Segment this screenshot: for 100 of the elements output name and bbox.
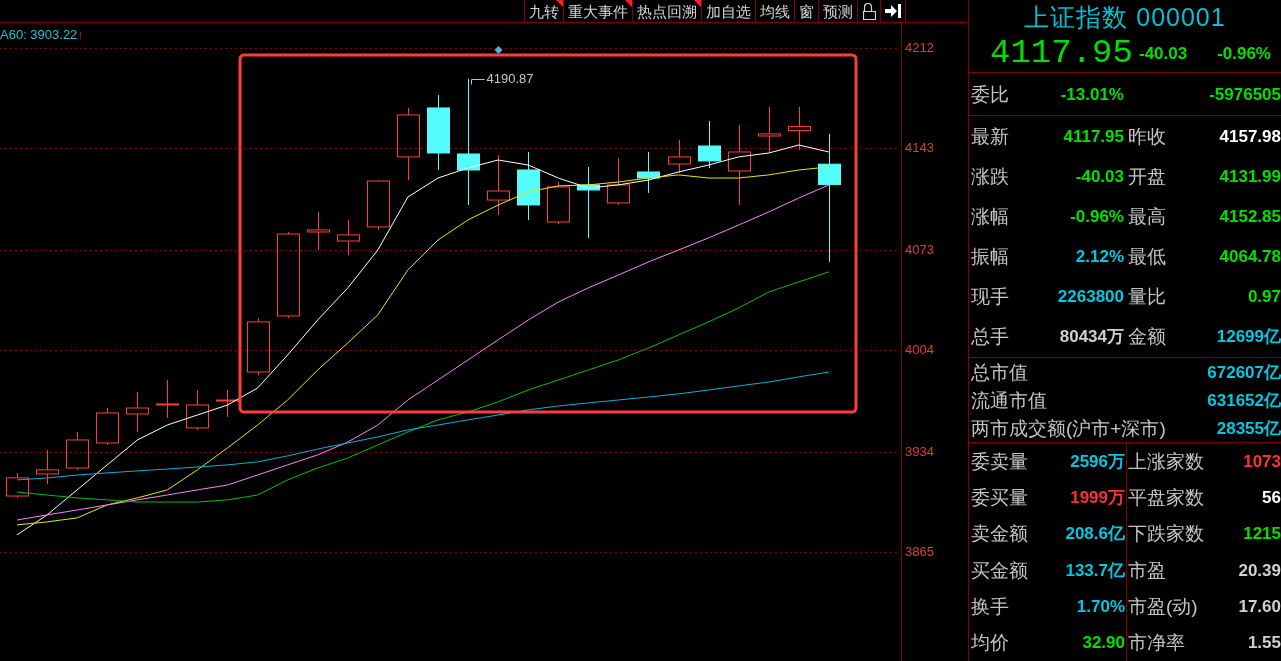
axis-label: 3865 xyxy=(905,543,934,559)
field-value: 1.55 xyxy=(1247,634,1281,652)
rising-candlestick xyxy=(247,317,270,376)
field-value: -5976505 xyxy=(1209,85,1281,103)
arrow-to-bar-icon xyxy=(885,4,901,18)
field-label: 涨跌 xyxy=(971,166,1009,186)
lock-icon xyxy=(862,2,876,20)
field-value: 133.7亿 xyxy=(1065,561,1125,579)
field-value: 2263800 xyxy=(1057,288,1124,306)
high-price-label: 4190.87 xyxy=(471,70,534,86)
axis-label: 4004 xyxy=(905,341,934,357)
field-label: 市净率 xyxy=(1128,633,1185,653)
field-label: 下跌家数 xyxy=(1128,524,1204,544)
field-label: 平盘家数 xyxy=(1128,488,1204,507)
field-value: 4064.78 xyxy=(1219,248,1281,266)
field-value: 32.90 xyxy=(1082,634,1125,652)
field-value: 28355亿 xyxy=(1216,419,1281,437)
rising-candlestick xyxy=(36,449,59,485)
field-label: 均价 xyxy=(971,633,1009,653)
field-label: 委卖量 xyxy=(971,451,1028,471)
rising-candlestick xyxy=(788,106,811,151)
field-label: 两市成交额(沪市+深市) xyxy=(971,418,1166,438)
rising-candlestick xyxy=(547,181,570,225)
diamond-marker-icon xyxy=(494,46,503,54)
field-value: 4157.98 xyxy=(1219,127,1281,145)
rising-candlestick xyxy=(337,219,360,256)
field-label: 委比 xyxy=(971,84,1009,104)
last-price: 4117.95 xyxy=(990,36,1134,70)
field-label: 换手 xyxy=(971,596,1009,616)
toolbar-button[interactable]: 热点回溯 xyxy=(632,0,701,22)
field-label: 最低 xyxy=(1128,247,1166,267)
field-label: 上涨家数 xyxy=(1128,451,1204,471)
field-value: 1215 xyxy=(1243,525,1281,543)
axis-label: 3934 xyxy=(905,443,934,459)
field-value: 1999万 xyxy=(1070,489,1125,506)
falling-candlestick xyxy=(517,151,540,221)
trend-arrow: ↑ xyxy=(77,28,84,41)
field-value: 17.60 xyxy=(1238,597,1281,615)
rising-candlestick xyxy=(156,379,179,419)
toolbar-button[interactable]: 预测 xyxy=(818,0,857,22)
field-value: 672607亿 xyxy=(1207,363,1281,381)
toolbar-button[interactable]: 重大事件 xyxy=(563,0,632,22)
field-value: 20.39 xyxy=(1238,561,1281,579)
rising-candlestick xyxy=(607,157,630,206)
field-label: 流通市值 xyxy=(971,390,1047,410)
field-label: 开盘 xyxy=(1128,166,1166,186)
field-label: 量比 xyxy=(1128,287,1166,307)
falling-candlestick xyxy=(698,120,721,169)
field-label: 现手 xyxy=(971,287,1009,307)
field-value: 4117.95 xyxy=(1063,127,1124,145)
price-change: -40.03 xyxy=(1139,44,1188,62)
rising-candlestick xyxy=(6,472,29,499)
price-change-percent: -0.96% xyxy=(1217,44,1271,62)
rising-candlestick xyxy=(96,407,119,446)
axis-label: 4143 xyxy=(905,139,934,155)
field-value: 56 xyxy=(1262,489,1281,506)
toolbar-button[interactable]: 均线 xyxy=(755,0,794,22)
field-label: 委买量 xyxy=(971,488,1028,507)
field-label: 总手 xyxy=(971,327,1009,347)
field-value: 1.70% xyxy=(1076,597,1125,615)
field-value: 631652亿 xyxy=(1207,391,1281,409)
field-value: 0.97 xyxy=(1247,288,1281,306)
rising-candlestick xyxy=(216,389,239,418)
field-label: 最新 xyxy=(971,126,1009,146)
annotation: 4190.87 xyxy=(486,70,534,86)
field-value: 208.6亿 xyxy=(1065,525,1125,543)
rising-candlestick xyxy=(487,154,510,216)
axis-label: 4212 xyxy=(905,39,934,55)
field-label: 市盈(动) xyxy=(1128,596,1198,616)
field-value: 2.12% xyxy=(1075,248,1124,266)
rising-candlestick xyxy=(758,106,781,154)
field-value: 12699亿 xyxy=(1216,328,1281,346)
field-label: 振幅 xyxy=(971,247,1009,267)
rising-candlestick xyxy=(307,211,330,251)
field-value: -0.96% xyxy=(1070,207,1124,225)
rising-candlestick xyxy=(126,391,149,433)
field-label: 昨收 xyxy=(1128,126,1166,146)
field-value: 2596万 xyxy=(1070,452,1125,470)
field-label: 总市值 xyxy=(971,362,1028,382)
field-value: -40.03 xyxy=(1075,167,1124,185)
field-label: 金额 xyxy=(1128,327,1166,347)
falling-candlestick xyxy=(637,151,660,194)
rising-candlestick xyxy=(186,389,209,431)
field-value: 1073 xyxy=(1243,452,1281,470)
axis-label: 4073 xyxy=(905,241,934,257)
exit-button[interactable] xyxy=(880,0,906,22)
toolbar-button[interactable]: 窗 xyxy=(794,0,818,22)
field-label: 卖金额 xyxy=(971,524,1028,544)
field-label: 买金额 xyxy=(971,560,1028,580)
rising-candlestick xyxy=(367,179,390,231)
toolbar-button[interactable]: 九转 xyxy=(524,0,563,22)
field-value: 80434万 xyxy=(1059,328,1124,346)
field-label: 市盈 xyxy=(1128,560,1166,580)
toolbar-button[interactable]: 加自选 xyxy=(701,0,755,22)
moving-average-value: A60: 3903.22 xyxy=(0,28,78,41)
rising-candlestick xyxy=(668,139,691,174)
field-value: -13.01% xyxy=(1060,85,1124,103)
field-value: 4152.85 xyxy=(1219,207,1281,225)
rising-candlestick xyxy=(66,431,89,471)
field-value: 4131.99 xyxy=(1219,167,1281,185)
